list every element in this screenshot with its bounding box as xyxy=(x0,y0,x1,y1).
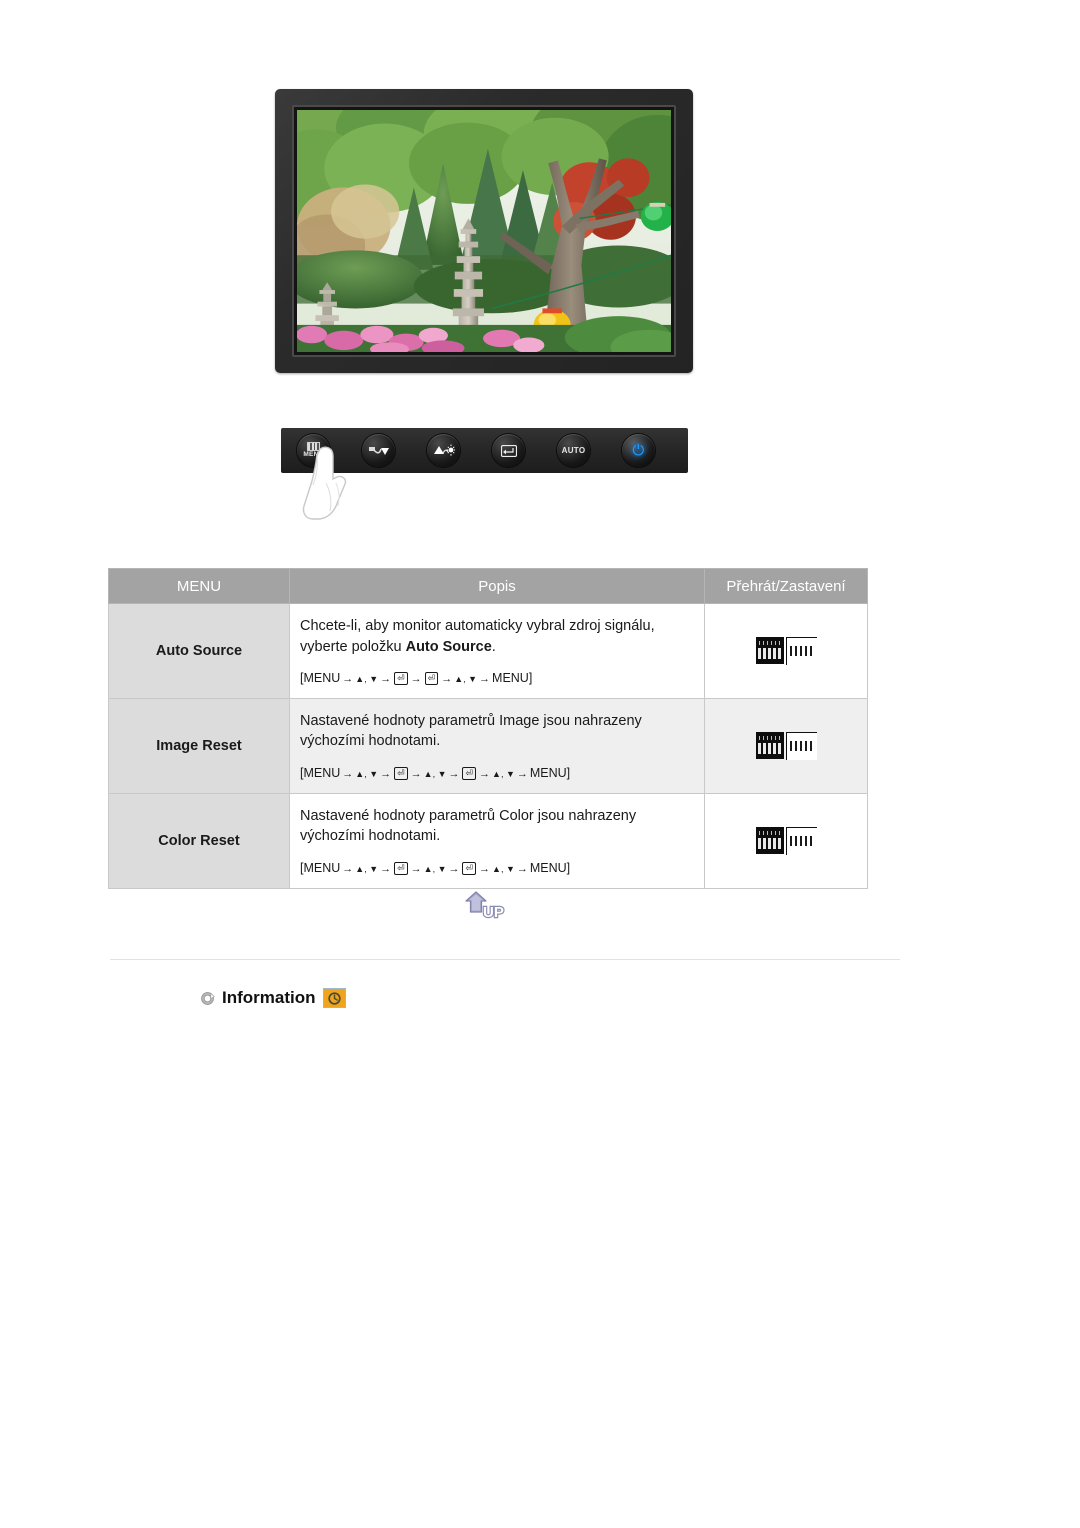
enter-button[interactable] xyxy=(492,434,525,467)
path-step: ▲, ▼ xyxy=(492,769,515,780)
power-button[interactable]: ⏻ xyxy=(622,434,655,467)
garden-scene-image xyxy=(297,110,671,352)
menu-bars-icon xyxy=(307,442,320,452)
column-header-play-stop: Přehrát/Zastavení xyxy=(704,568,868,604)
menu-name-image-reset: Image Reset xyxy=(108,697,290,794)
path-step: ▲, ▼ xyxy=(423,863,447,874)
monitor-control-button-panel: MENU AUTO ⏻ xyxy=(281,428,688,473)
menu-name-auto-source: Auto Source xyxy=(108,603,290,699)
section-divider xyxy=(110,959,900,960)
path-open: [MENU xyxy=(300,671,341,686)
up-button-label: UP xyxy=(483,904,504,921)
path-step: ▲, ▼ xyxy=(423,769,447,780)
osd-thumb-left xyxy=(756,637,784,665)
table-row: Auto Source Chcete-li, aby monitor autom… xyxy=(108,603,868,699)
description-line-2: výchozími hodnotami. xyxy=(300,828,441,845)
description-auto-source: Chcete-li, aby monitor automaticky vybra… xyxy=(289,603,705,699)
menu-path-color-reset: [MENU → ▲, ▼ → ⏎ → ▲, ▼ → ⏎ → ▲, ▼ → MENU] xyxy=(300,860,571,875)
path-step: ▲, ▼ xyxy=(355,769,379,780)
table-row: Color Reset Nastavené hodnoty parametrů … xyxy=(108,792,868,889)
enter-key-icon: ⏎ xyxy=(424,672,439,686)
enter-key-icon: ⏎ xyxy=(462,861,477,875)
description-line-2: výchozími hodnotami. xyxy=(300,733,441,750)
table-header-row: MENU Popis Přehrát/Zastavení xyxy=(108,568,868,604)
osd-menu-thumbnail xyxy=(756,827,817,856)
osd-thumb-right xyxy=(786,732,817,761)
description-color-reset: Nastavené hodnoty parametrů Color jsou n… xyxy=(289,792,705,889)
brightness-sun-icon xyxy=(433,444,455,456)
information-title: Information xyxy=(222,988,316,1007)
description-line-1: Nastavené hodnoty parametrů Image jsou n… xyxy=(300,712,642,729)
enter-key-icon xyxy=(500,444,517,457)
orange-clock-badge-icon[interactable] xyxy=(322,988,346,1008)
description-line-2: vyberte položku Auto Source. xyxy=(300,637,698,658)
down-arrow-icon xyxy=(368,446,389,455)
path-close: MENU] xyxy=(529,766,571,781)
osd-thumb-left xyxy=(756,827,784,855)
description-image-reset: Nastavené hodnoty parametrů Image jsou n… xyxy=(289,697,705,794)
menu-button-label: MENU xyxy=(303,451,324,459)
path-step: ▲, ▼ xyxy=(355,863,379,874)
osd-menu-thumbnail xyxy=(756,637,817,666)
path-close: MENU] xyxy=(492,671,533,686)
enter-key-icon: ⏎ xyxy=(394,672,408,686)
information-heading: Information xyxy=(200,988,346,1008)
power-icon: ⏻ xyxy=(632,442,645,459)
brightness-button[interactable] xyxy=(427,434,460,467)
column-header-description: Popis xyxy=(289,568,705,604)
down-button[interactable] xyxy=(362,434,395,467)
path-step: ▲, ▼ xyxy=(355,674,379,685)
menu-button[interactable]: MENU xyxy=(297,434,330,467)
table-row: Image Reset Nastavené hodnoty parametrů … xyxy=(108,697,868,794)
monitor-illustration xyxy=(275,89,693,373)
auto-button[interactable]: AUTO xyxy=(557,434,590,467)
play-stop-thumb-image-reset xyxy=(704,697,868,794)
osd-menu-table: MENU Popis Přehrát/Zastavení Auto Source… xyxy=(108,568,868,889)
menu-path-image-reset: [MENU → ▲, ▼ → ⏎ → ▲, ▼ → ⏎ → ▲, ▼ → MENU] xyxy=(300,766,571,781)
osd-menu-thumbnail xyxy=(756,732,817,761)
description-line-1: Nastavené hodnoty parametrů Color jsou n… xyxy=(300,807,637,824)
enter-key-icon: ⏎ xyxy=(462,767,477,781)
osd-thumb-right xyxy=(786,827,817,856)
description-suffix: . xyxy=(491,638,496,655)
column-header-menu: MENU xyxy=(108,568,290,604)
path-close: MENU] xyxy=(529,860,571,875)
menu-path-auto-source: [MENU → ▲, ▼ → ⏎ → ⏎ → ▲, ▼ → MENU] xyxy=(300,671,533,686)
play-stop-thumb-color-reset xyxy=(704,792,868,889)
enter-key-icon: ⏎ xyxy=(394,861,408,875)
circle-arrow-bullet-icon xyxy=(201,991,215,1005)
path-open: [MENU xyxy=(300,766,341,781)
description-line-1: Chcete-li, aby monitor automaticky vybra… xyxy=(300,618,655,634)
clock-glyph-icon xyxy=(327,991,341,1005)
enter-key-icon: ⏎ xyxy=(394,767,408,781)
path-open: [MENU xyxy=(300,860,341,875)
osd-thumb-right xyxy=(786,637,817,666)
osd-thumb-left xyxy=(756,732,784,760)
path-step: ▲, ▼ xyxy=(454,674,478,685)
description-text: vyberte položku xyxy=(300,638,406,655)
menu-name-color-reset: Color Reset xyxy=(108,792,290,889)
auto-button-label: AUTO xyxy=(561,446,586,455)
up-arrow-icon: UP xyxy=(465,891,505,922)
path-step: ▲, ▼ xyxy=(492,863,515,874)
description-bold-term: Auto Source xyxy=(405,638,492,655)
play-stop-thumb-auto-source xyxy=(704,603,868,699)
monitor-screen xyxy=(297,110,671,352)
up-button[interactable]: UP xyxy=(462,888,514,922)
monitor-bezel xyxy=(292,105,676,357)
